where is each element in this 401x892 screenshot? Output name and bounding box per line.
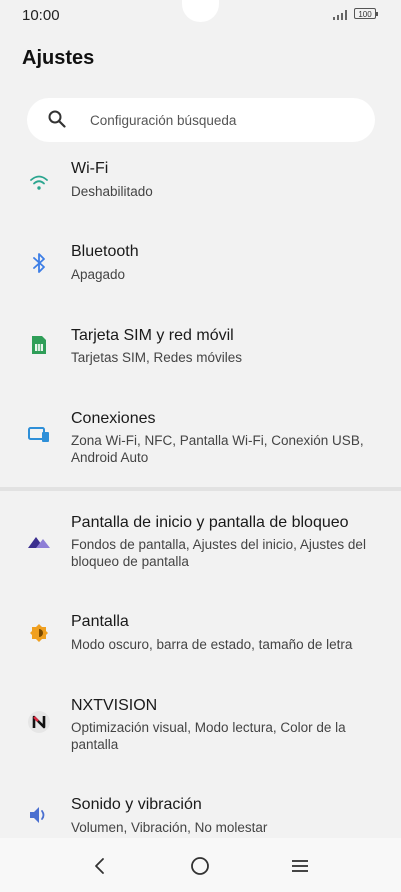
navigation-bar xyxy=(0,838,401,892)
settings-item-subtitle: Deshabilitado xyxy=(71,184,153,199)
settings-item-wifi[interactable]: Wi-Fi Deshabilitado xyxy=(0,158,401,228)
home-button[interactable] xyxy=(186,852,214,880)
bluetooth-icon xyxy=(26,250,52,276)
status-bar: 10:00 100 xyxy=(0,0,401,30)
search-input[interactable]: Configuración búsqueda xyxy=(27,98,375,142)
nxtvision-icon xyxy=(26,709,52,735)
signal-icon xyxy=(333,10,347,20)
settings-item-title: Sonido y vibración xyxy=(71,796,202,813)
display-brightness-icon xyxy=(26,620,52,646)
settings-item-subtitle: Modo oscuro, barra de estado, tamaño de … xyxy=(71,637,353,652)
status-time: 10:00 xyxy=(22,7,60,24)
sim-card-icon xyxy=(26,332,52,358)
menu-lines-icon xyxy=(292,860,308,872)
settings-item-subtitle: Apagado xyxy=(71,267,126,282)
page-title: Ajustes xyxy=(22,47,95,69)
settings-item-sim[interactable]: Tarjeta SIM y red móvil Tarjetas SIM, Re… xyxy=(0,325,401,395)
back-icon xyxy=(95,858,104,874)
connections-icon xyxy=(26,422,52,448)
settings-item-connections[interactable]: Conexiones Zona Wi-Fi, NFC, Pantalla Wi-… xyxy=(0,408,401,478)
back-button[interactable] xyxy=(86,852,114,880)
settings-item-subtitle: Optimización visual, Modo lectura, Color… xyxy=(71,720,346,752)
settings-item-title: Bluetooth xyxy=(71,243,139,260)
wifi-icon xyxy=(26,169,52,195)
settings-item-sound[interactable]: Sonido y vibración Volumen, Vibración, N… xyxy=(0,795,401,839)
settings-item-subtitle: Zona Wi-Fi, NFC, Pantalla Wi-Fi, Conexió… xyxy=(71,433,364,465)
battery-icon: 100 xyxy=(354,8,378,19)
settings-item-display[interactable]: Pantalla Modo oscuro, barra de estado, t… xyxy=(0,612,401,672)
settings-item-title: NXTVISION xyxy=(71,697,158,714)
settings-item-subtitle: Tarjetas SIM, Redes móviles xyxy=(71,350,243,365)
section-divider xyxy=(0,487,401,491)
speaker-icon xyxy=(26,802,52,828)
search-icon xyxy=(48,110,66,128)
settings-item-title: Pantalla de inicio y pantalla de bloqueo xyxy=(71,514,349,531)
settings-item-bluetooth[interactable]: Bluetooth Apagado xyxy=(0,241,401,311)
settings-item-subtitle: Fondos de pantalla, Ajustes del inicio, … xyxy=(71,537,366,569)
settings-item-title: Tarjeta SIM y red móvil xyxy=(71,327,234,344)
settings-item-title: Wi-Fi xyxy=(71,160,109,177)
camera-notch xyxy=(182,0,219,22)
settings-item-home-lock-screen[interactable]: Pantalla de inicio y pantalla de bloqueo… xyxy=(0,512,401,587)
home-lock-screen-icon xyxy=(26,529,52,555)
search-placeholder: Configuración búsqueda xyxy=(90,113,237,128)
home-circle-icon xyxy=(191,857,209,875)
settings-item-nxtvision[interactable]: NXTVISION Optimización visual, Modo lect… xyxy=(0,695,401,765)
settings-item-title: Pantalla xyxy=(71,613,129,630)
settings-item-subtitle: Volumen, Vibración, No molestar xyxy=(71,820,268,835)
settings-item-title: Conexiones xyxy=(71,410,156,427)
recents-button[interactable] xyxy=(286,852,314,880)
